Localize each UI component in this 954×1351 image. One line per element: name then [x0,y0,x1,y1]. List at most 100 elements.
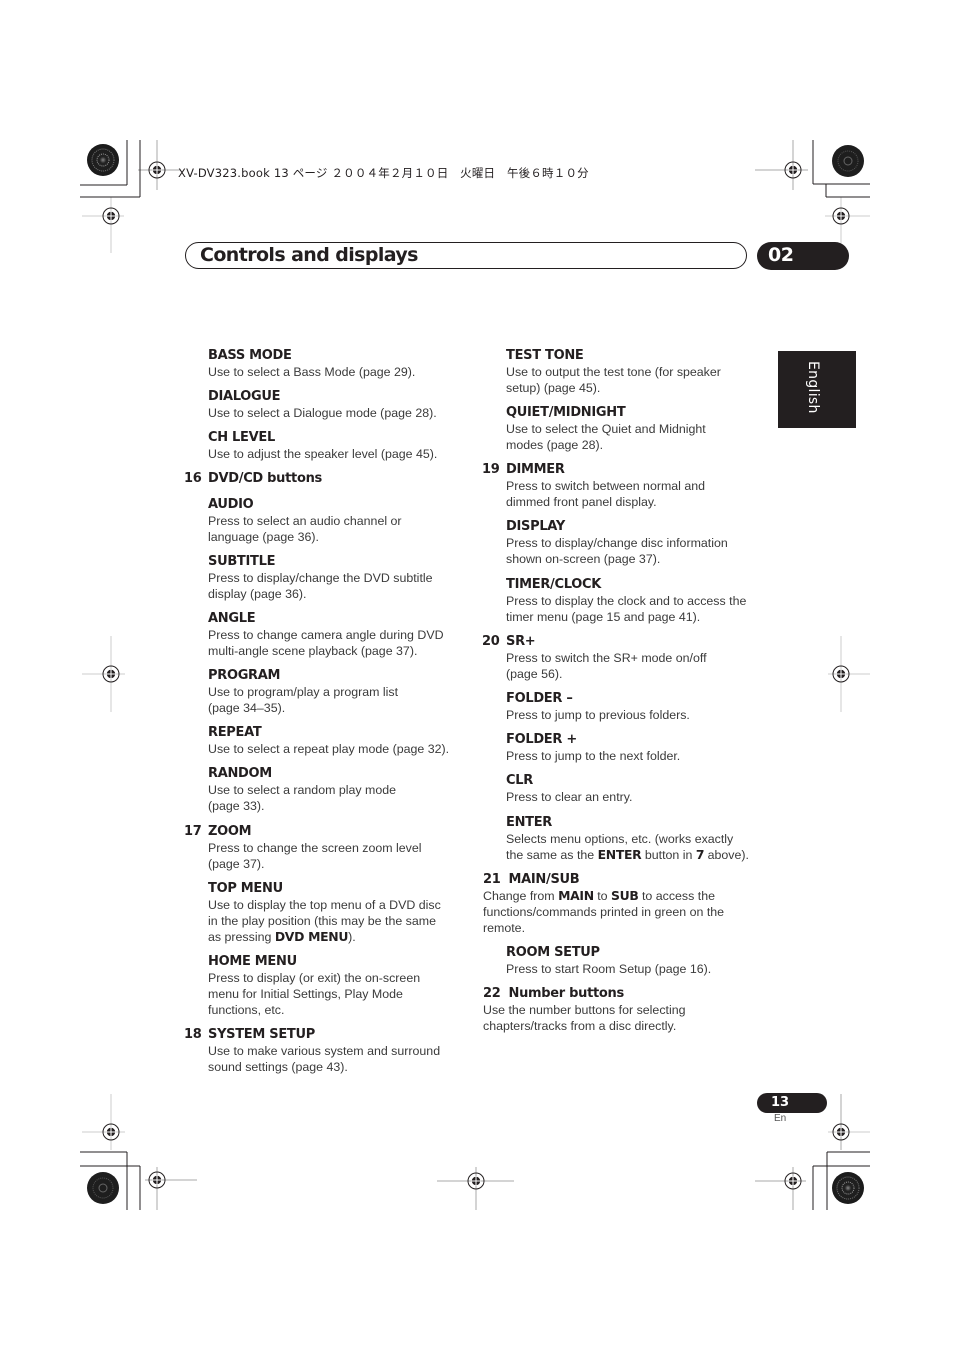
entry-description: Press to display/change the DVD subtitle… [208,570,488,602]
entry-title: AUDIO [208,497,254,512]
entry-description-line: Use to select the Quiet and Midnight [506,422,706,436]
entry-description-line: Use to program/play a program list [208,685,399,699]
entry-title: DIMMER [506,462,565,477]
entry-description: Use to output the test tone (for speaker… [506,364,786,396]
entry-title: PROGRAM [208,668,281,683]
entry-description-line: Use to display the top menu of a DVD dis… [208,898,441,912]
entry-title: Number buttons [508,986,625,1001]
entry-title-row: 18 SYSTEM SETUP [184,1027,488,1043]
control-entry: 16 DVD/CD buttons [184,471,488,487]
control-entry: 19 DIMMER Press to switch between normal a… [482,462,786,510]
entry-title-row: TOP MENU [208,881,488,897]
entry-description: Use to program/play a program list (page … [208,684,488,716]
entry-description: Change from MAIN to SUB to access the fun… [483,888,783,936]
entry-title-row: DIALOGUE [208,389,488,405]
control-entry: QUIET/MIDNIGHT Use to select the Quiet an… [506,405,786,453]
entry-title: QUIET/MIDNIGHT [506,405,626,420]
entry-description-line: as pressing DVD MENU). [208,929,488,945]
chapter-badge: 02 [757,242,849,270]
star-target-top-right [832,145,864,177]
text-run: the same as the [506,848,598,862]
entry-description-line: setup) (page 45). [506,381,601,395]
entry-title-row: TEST TONE [506,348,786,364]
control-entry: ROOM SETUP Press to start Room Setup (pag… [506,945,786,977]
entry-title-row: DISPLAY [506,519,786,535]
star-target-top-left [87,144,119,176]
entry-description-line: (page 37). [208,857,265,871]
entry-description: Press to display the clock and to access… [506,593,786,625]
entry-title-row: 16 DVD/CD buttons [184,471,488,487]
entry-title-row: SUBTITLE [208,554,488,570]
entry-description-line: Selects menu options, etc. (works exactl… [506,832,734,846]
entry-title: RANDOM [208,766,272,781]
entry-description: Press to start Room Setup (page 16). [506,961,786,977]
star-target-bottom-right [832,1172,864,1204]
control-entry: 17 ZOOM Press to change the screen zoom le… [184,824,488,872]
entry-description-line: remote. [483,921,526,935]
entry-description-line: Press to switch the SR+ mode on/off [506,651,707,665]
entry-title-row: 17 ZOOM [184,824,488,840]
control-entry: DIALOGUE Use to select a Dialogue mode (p… [208,389,488,421]
control-entry: FOLDER – Press to jump to previous folder… [506,691,786,723]
entry-description-line: language (page 36). [208,530,319,544]
entry-description-line: multi-angle scene playback (page 37). [208,644,418,658]
entry-description-line: Use to select a repeat play mode (page 3… [208,742,450,756]
entry-description: Use the number buttons for selecting chap… [483,1002,783,1034]
control-entry: RANDOM Use to select a random play mode (p… [208,766,488,814]
text-run: button in [641,848,696,862]
entry-title-row: 21 MAIN/SUB [483,872,783,888]
entry-title: DIALOGUE [208,389,281,404]
control-entry: TEST TONE Use to output the test tone (fo… [506,348,786,396]
entry-description-line: shown on-screen (page 37). [506,552,661,566]
control-entry: REPEAT Use to select a repeat play mode (… [208,725,488,757]
entry-title-row: PROGRAM [208,668,488,684]
registration-mark-mid-left [82,636,125,712]
entry-title-row: 20 SR+ [482,634,786,650]
entry-title-row: CLR [506,773,786,789]
entry-description-line: display (page 36). [208,587,307,601]
entry-description: Use to make various system and surround s… [208,1043,488,1075]
entry-title: SR+ [506,634,536,649]
entry-description-line: Press to display/change disc information [506,536,728,550]
entry-title: DISPLAY [506,519,565,534]
control-entry: 18 SYSTEM SETUP Use to make various system… [184,1027,488,1075]
entry-number: 21 [483,872,501,887]
entry-description-line: Press to display the clock and to access… [506,594,747,608]
entry-description-line: Press to display (or exit) the on-screen [208,971,421,985]
control-entry: BASS MODE Use to select a Bass Mode (page… [208,348,488,380]
control-entry: ANGLE Press to change camera angle during… [208,611,488,659]
emphasized-text: SUB [611,888,639,903]
entry-description-line: (page 33). [208,799,265,813]
control-entry: TIMER/CLOCK Press to display the clock an… [506,577,786,625]
entry-description-line: Press to jump to previous folders. [506,708,690,722]
entry-description: Press to jump to previous folders. [506,707,786,723]
entry-description: Use to select a random play mode (page 33… [208,782,488,814]
text-run: ). [348,930,356,944]
entry-number: 16 [184,471,202,486]
entry-description: Press to switch between normal and dimmed… [506,478,786,510]
entry-description: Use to select the Quiet and Midnight mode… [506,421,786,453]
entry-description: Use to select a Bass Mode (page 29). [208,364,488,380]
entry-description: Press to change the screen zoom level (pa… [208,840,488,872]
entry-description: Use to select a Dialogue mode (page 28). [208,405,488,421]
control-entry: 20 SR+ Press to switch the SR+ mode on/off… [482,634,786,682]
entry-title-row: AUDIO [208,497,488,513]
entry-description-line: Use to select a random play mode [208,783,397,797]
entry-description-line: the same as the ENTER button in 7 above)… [506,847,786,863]
control-entry: TOP MENU Use to display the top menu of a… [208,881,488,945]
entry-description: Use to select a repeat play mode (page 3… [208,741,488,757]
entry-description-line: Press to change camera angle during DVD [208,628,444,642]
entry-title-row: ROOM SETUP [506,945,786,961]
control-entry: DISPLAY Press to display/change disc info… [506,519,786,567]
entry-number: 22 [483,986,501,1001]
entry-title: FOLDER + [506,732,577,747]
entry-title-row: ANGLE [208,611,488,627]
entry-description-line: functions, etc. [208,1003,285,1017]
entry-title: DVD/CD buttons [208,471,322,486]
entry-number: 19 [482,462,500,477]
entry-description-line: Use to select a Bass Mode (page 29). [208,365,416,379]
entry-description-line: dimmed front panel display. [506,495,657,509]
entry-description: Press to change camera angle during DVD m… [208,627,488,659]
entry-description-line: chapters/tracks from a disc directly. [483,1019,677,1033]
entry-title: HOME MENU [208,954,297,969]
